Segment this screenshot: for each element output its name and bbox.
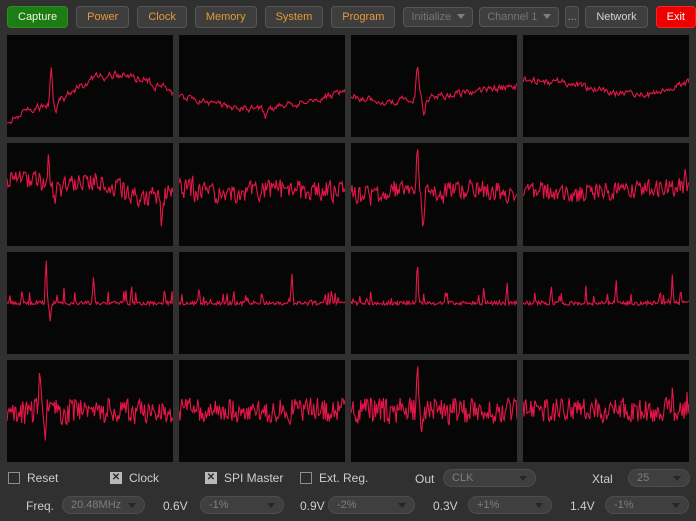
waveform-cell — [179, 360, 345, 462]
spi-master-checkbox[interactable]: ✕ SPI Master — [205, 471, 283, 485]
waveform-trace — [7, 252, 173, 354]
waveform-cell — [351, 252, 517, 354]
waveform-grid — [7, 35, 689, 462]
waveform-cell — [179, 252, 345, 354]
waveform-cell — [179, 143, 345, 245]
chevron-down-icon — [457, 14, 465, 19]
waveform-cell — [7, 143, 173, 245]
waveform-trace — [7, 143, 173, 245]
waveform-trace — [7, 360, 173, 462]
out-label: Out — [415, 472, 434, 486]
power-button[interactable]: Power — [76, 6, 129, 28]
chevron-down-icon — [128, 503, 136, 508]
memory-button[interactable]: Memory — [195, 6, 257, 28]
waveform-trace — [523, 143, 689, 245]
xtal-dropdown[interactable]: 25 — [628, 469, 690, 487]
v06-label: 0.6V — [163, 499, 188, 513]
initialize-dropdown-value: Initialize — [411, 11, 451, 23]
chevron-down-icon — [535, 503, 543, 508]
clock-checkbox-label: Clock — [129, 471, 159, 485]
waveform-cell — [351, 143, 517, 245]
chevron-down-icon — [519, 476, 527, 481]
v14-dropdown[interactable]: -1% — [605, 496, 689, 514]
exit-button[interactable]: Exit — [656, 6, 696, 28]
waveform-cell — [179, 35, 345, 137]
channel-dropdown-value: Channel 1 — [487, 11, 537, 23]
waveform-cell — [7, 252, 173, 354]
v03-dropdown-value: +1% — [477, 499, 529, 511]
clock-button[interactable]: Clock — [137, 6, 187, 28]
waveform-cell — [523, 252, 689, 354]
app-window: Capture Power Clock Memory System Progra… — [0, 0, 696, 521]
waveform-trace — [351, 35, 517, 137]
waveform-trace — [179, 360, 345, 462]
spi-master-checkbox-label: SPI Master — [224, 471, 283, 485]
waveform-trace — [351, 360, 517, 462]
chevron-down-icon — [398, 503, 406, 508]
waveform-cell — [351, 360, 517, 462]
chevron-down-icon — [267, 503, 275, 508]
waveform-trace — [523, 35, 689, 137]
waveform-trace — [7, 35, 173, 137]
system-button[interactable]: System — [265, 6, 324, 28]
reset-checkbox[interactable]: ✕ Reset — [8, 471, 58, 485]
waveform-trace — [179, 252, 345, 354]
toolbar: Capture Power Clock Memory System Progra… — [0, 0, 696, 33]
channel-dropdown[interactable]: Channel 1 — [479, 7, 559, 27]
chevron-down-icon — [672, 503, 680, 508]
checkbox-icon: ✕ — [110, 472, 122, 484]
waveform-cell — [7, 35, 173, 137]
initialize-dropdown[interactable]: Initialize — [403, 7, 473, 27]
v03-label: 0.3V — [433, 499, 458, 513]
program-button[interactable]: Program — [331, 6, 395, 28]
v03-dropdown[interactable]: +1% — [468, 496, 552, 514]
clock-checkbox[interactable]: ✕ Clock — [110, 471, 159, 485]
more-button[interactable]: ... — [565, 6, 579, 28]
chevron-down-icon — [673, 476, 681, 481]
waveform-cell — [523, 35, 689, 137]
waveform-trace — [179, 35, 345, 137]
ext-reg-checkbox-label: Ext. Reg. — [319, 471, 368, 485]
control-panel: ✕ Reset ✕ Clock ✕ SPI Master ✕ Ext. Reg.… — [0, 463, 696, 521]
checkbox-icon: ✕ — [205, 472, 217, 484]
checkbox-icon: ✕ — [300, 472, 312, 484]
out-dropdown-value: CLK — [452, 472, 513, 484]
waveform-trace — [523, 252, 689, 354]
freq-dropdown[interactable]: 20.48MHz — [62, 496, 145, 514]
waveform-cell — [7, 360, 173, 462]
waveform-cell — [523, 143, 689, 245]
waveform-cell — [351, 35, 517, 137]
ext-reg-checkbox[interactable]: ✕ Ext. Reg. — [300, 471, 368, 485]
waveform-trace — [351, 252, 517, 354]
v06-dropdown[interactable]: -1% — [200, 496, 284, 514]
network-button[interactable]: Network — [585, 6, 647, 28]
v06-dropdown-value: -1% — [209, 499, 261, 511]
xtal-label: Xtal — [592, 472, 613, 486]
freq-label: Freq. — [26, 499, 54, 513]
v09-label: 0.9V — [300, 499, 325, 513]
reset-checkbox-label: Reset — [27, 471, 58, 485]
v09-dropdown-value: -2% — [337, 499, 392, 511]
v14-label: 1.4V — [570, 499, 595, 513]
v09-dropdown[interactable]: -2% — [328, 496, 415, 514]
waveform-cell — [523, 360, 689, 462]
checkbox-icon: ✕ — [8, 472, 20, 484]
xtal-dropdown-value: 25 — [637, 472, 667, 484]
v14-dropdown-value: -1% — [614, 499, 666, 511]
waveform-trace — [351, 143, 517, 245]
out-dropdown[interactable]: CLK — [443, 469, 536, 487]
waveform-trace — [523, 360, 689, 462]
capture-button[interactable]: Capture — [7, 6, 68, 28]
chevron-down-icon — [543, 14, 551, 19]
freq-dropdown-value: 20.48MHz — [71, 499, 122, 511]
waveform-trace — [179, 143, 345, 245]
